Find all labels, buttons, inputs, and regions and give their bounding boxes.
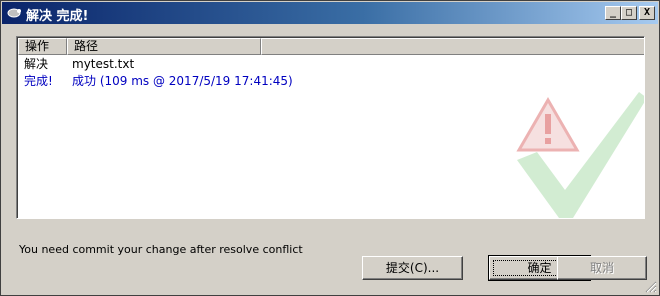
column-header-action[interactable]: 操作 [18,38,67,55]
warning-checkmark-watermark-icon [516,92,644,218]
maximize-button[interactable]: □ [621,6,637,20]
dialog-window: 解决 完成! _ □ X 操作 路径 解决 mytest.txt 完成! 成功 … [0,0,660,296]
title-bar[interactable]: 解决 完成! _ □ X [2,2,658,24]
commit-button[interactable]: 提交(C)... [362,256,463,280]
column-header-path[interactable]: 路径 [67,38,261,55]
minimize-button[interactable]: _ [605,6,621,20]
list-row[interactable]: 解决 mytest.txt [18,56,638,72]
resize-grip-icon[interactable] [645,281,657,293]
result-list[interactable]: 操作 路径 解决 mytest.txt 完成! 成功 (109 ms @ 201… [16,36,645,219]
list-row[interactable]: 完成! 成功 (109 ms @ 2017/5/19 17:41:45) [18,73,638,89]
cancel-button: 取消 [557,256,647,280]
app-icon [7,8,21,18]
window-title: 解决 完成! [26,9,89,24]
row-action: 解决 [24,57,49,71]
column-header-filler [261,38,644,55]
row-path: mytest.txt [72,57,135,71]
list-header: 操作 路径 [18,38,644,55]
status-message: You need commit your change after resolv… [19,243,303,256]
row-action: 完成! [24,74,53,88]
row-path: 成功 (109 ms @ 2017/5/19 17:41:45) [72,74,293,88]
close-button[interactable]: X [639,6,655,20]
